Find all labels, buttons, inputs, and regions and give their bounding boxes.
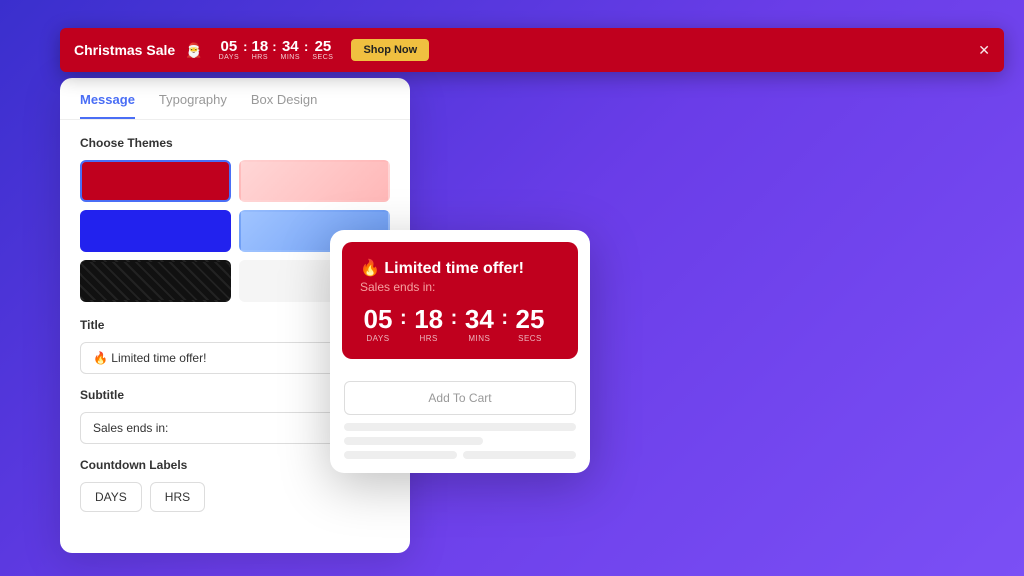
preview-hrs-label: HRS xyxy=(419,334,437,343)
preview-secs: 25 SECS xyxy=(512,306,548,343)
preview-days: 05 DAYS xyxy=(360,306,396,343)
preview-hrs-value: 18 xyxy=(414,306,443,332)
preview-line-row xyxy=(344,451,576,459)
banner-days-label: DAYS xyxy=(219,54,240,61)
choose-themes-label: Choose Themes xyxy=(80,136,390,150)
banner-colon-3: : xyxy=(304,39,308,54)
banner-timer: 05 DAYS : 18 HRS : 34 MINS : 25 SECS xyxy=(219,39,334,62)
preview-colon-1: : xyxy=(398,307,409,330)
banner-hrs-value: 18 xyxy=(252,39,269,54)
christmas-banner: Christmas Sale 🎅 05 DAYS : 18 HRS : 34 M… xyxy=(60,28,1004,72)
label-hrs[interactable]: HRS xyxy=(150,482,205,512)
label-days[interactable]: DAYS xyxy=(80,482,142,512)
preview-secs-label: SECS xyxy=(518,334,542,343)
preview-mins-label: MINS xyxy=(468,334,490,343)
banner-mins-label: MINS xyxy=(281,54,301,61)
banner-days-value: 05 xyxy=(221,39,238,54)
editor-tabs: Message Typography Box Design xyxy=(60,78,410,120)
banner-colon-1: : xyxy=(243,39,247,54)
theme-pink[interactable] xyxy=(239,160,390,202)
banner-mins: 34 MINS xyxy=(281,39,301,61)
banner-secs-label: SECS xyxy=(312,54,333,61)
preview-offer-title: 🔥 Limited time offer! xyxy=(360,258,560,278)
tab-typography[interactable]: Typography xyxy=(159,92,227,119)
preview-card: 🔥 Limited time offer! Sales ends in: 05 … xyxy=(330,230,590,473)
banner-days: 05 DAYS xyxy=(219,39,240,61)
banner-title: Christmas Sale xyxy=(74,42,175,58)
banner-mins-value: 34 xyxy=(282,39,299,54)
preview-hrs: 18 HRS xyxy=(411,306,447,343)
banner-hrs: 18 HRS xyxy=(252,39,269,61)
preview-line-1 xyxy=(344,423,576,431)
preview-offer-subtitle: Sales ends in: xyxy=(360,280,560,294)
banner-hrs-label: HRS xyxy=(252,54,268,61)
theme-dark[interactable] xyxy=(80,260,231,302)
preview-mins-value: 34 xyxy=(465,306,494,332)
banner-emoji: 🎅 xyxy=(185,42,202,59)
preview-lines xyxy=(344,423,576,459)
preview-mins: 34 MINS xyxy=(461,306,497,343)
tab-box-design[interactable]: Box Design xyxy=(251,92,317,119)
preview-days-value: 05 xyxy=(364,306,393,332)
banner-secs: 25 SECS xyxy=(312,39,333,61)
theme-red[interactable] xyxy=(80,160,231,202)
shop-now-button[interactable]: Shop Now xyxy=(351,39,429,61)
banner-colon-2: : xyxy=(272,39,276,54)
theme-blue[interactable] xyxy=(80,210,231,252)
preview-line-sm-1 xyxy=(344,451,457,459)
preview-colon-3: : xyxy=(499,307,510,330)
add-to-cart-button[interactable]: Add To Cart xyxy=(344,381,576,415)
preview-body: Add To Cart xyxy=(330,371,590,473)
preview-colon-2: : xyxy=(449,307,460,330)
tab-message[interactable]: Message xyxy=(80,92,135,119)
banner-close-icon[interactable]: ✕ xyxy=(978,42,990,59)
preview-line-2 xyxy=(344,437,483,445)
preview-offer-box: 🔥 Limited time offer! Sales ends in: 05 … xyxy=(342,242,578,359)
preview-timer: 05 DAYS : 18 HRS : 34 MINS : 25 SECS xyxy=(360,306,560,343)
preview-line-sm-2 xyxy=(463,451,576,459)
banner-secs-value: 25 xyxy=(315,39,332,54)
preview-days-label: DAYS xyxy=(366,334,389,343)
countdown-labels-row: DAYS HRS xyxy=(80,482,390,512)
preview-secs-value: 25 xyxy=(516,306,545,332)
